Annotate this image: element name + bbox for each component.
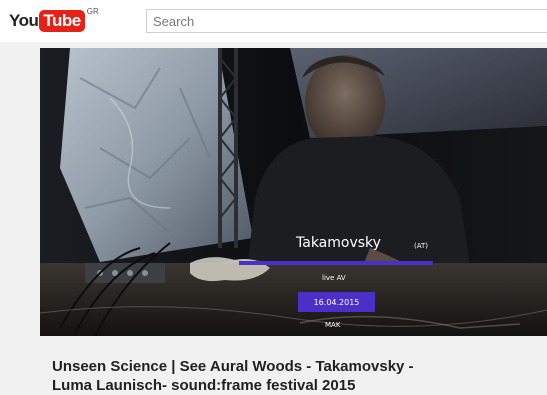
youtube-logo[interactable]: You Tube GR: [9, 7, 99, 33]
performance-type: live AV: [322, 274, 346, 282]
artist-name: Takamovsky: [296, 235, 381, 251]
logo-country-code: GR: [86, 7, 99, 16]
accent-bar: [239, 261, 433, 265]
logo-tube-text: Tube: [39, 10, 85, 32]
video-title: Unseen Science | See Aural Woods - Takam…: [52, 358, 414, 394]
logo-you-text: You: [9, 11, 39, 30]
event-venue: MAK: [325, 321, 341, 329]
artist-origin: (AT): [414, 242, 428, 250]
video-frame: [40, 48, 547, 336]
video-player[interactable]: Takamovsky (AT) live AV 16.04.2015 MAK: [40, 48, 547, 336]
event-date-badge: 16.04.2015: [298, 292, 375, 312]
search-input[interactable]: [146, 9, 547, 33]
masthead: You Tube GR: [0, 0, 547, 42]
